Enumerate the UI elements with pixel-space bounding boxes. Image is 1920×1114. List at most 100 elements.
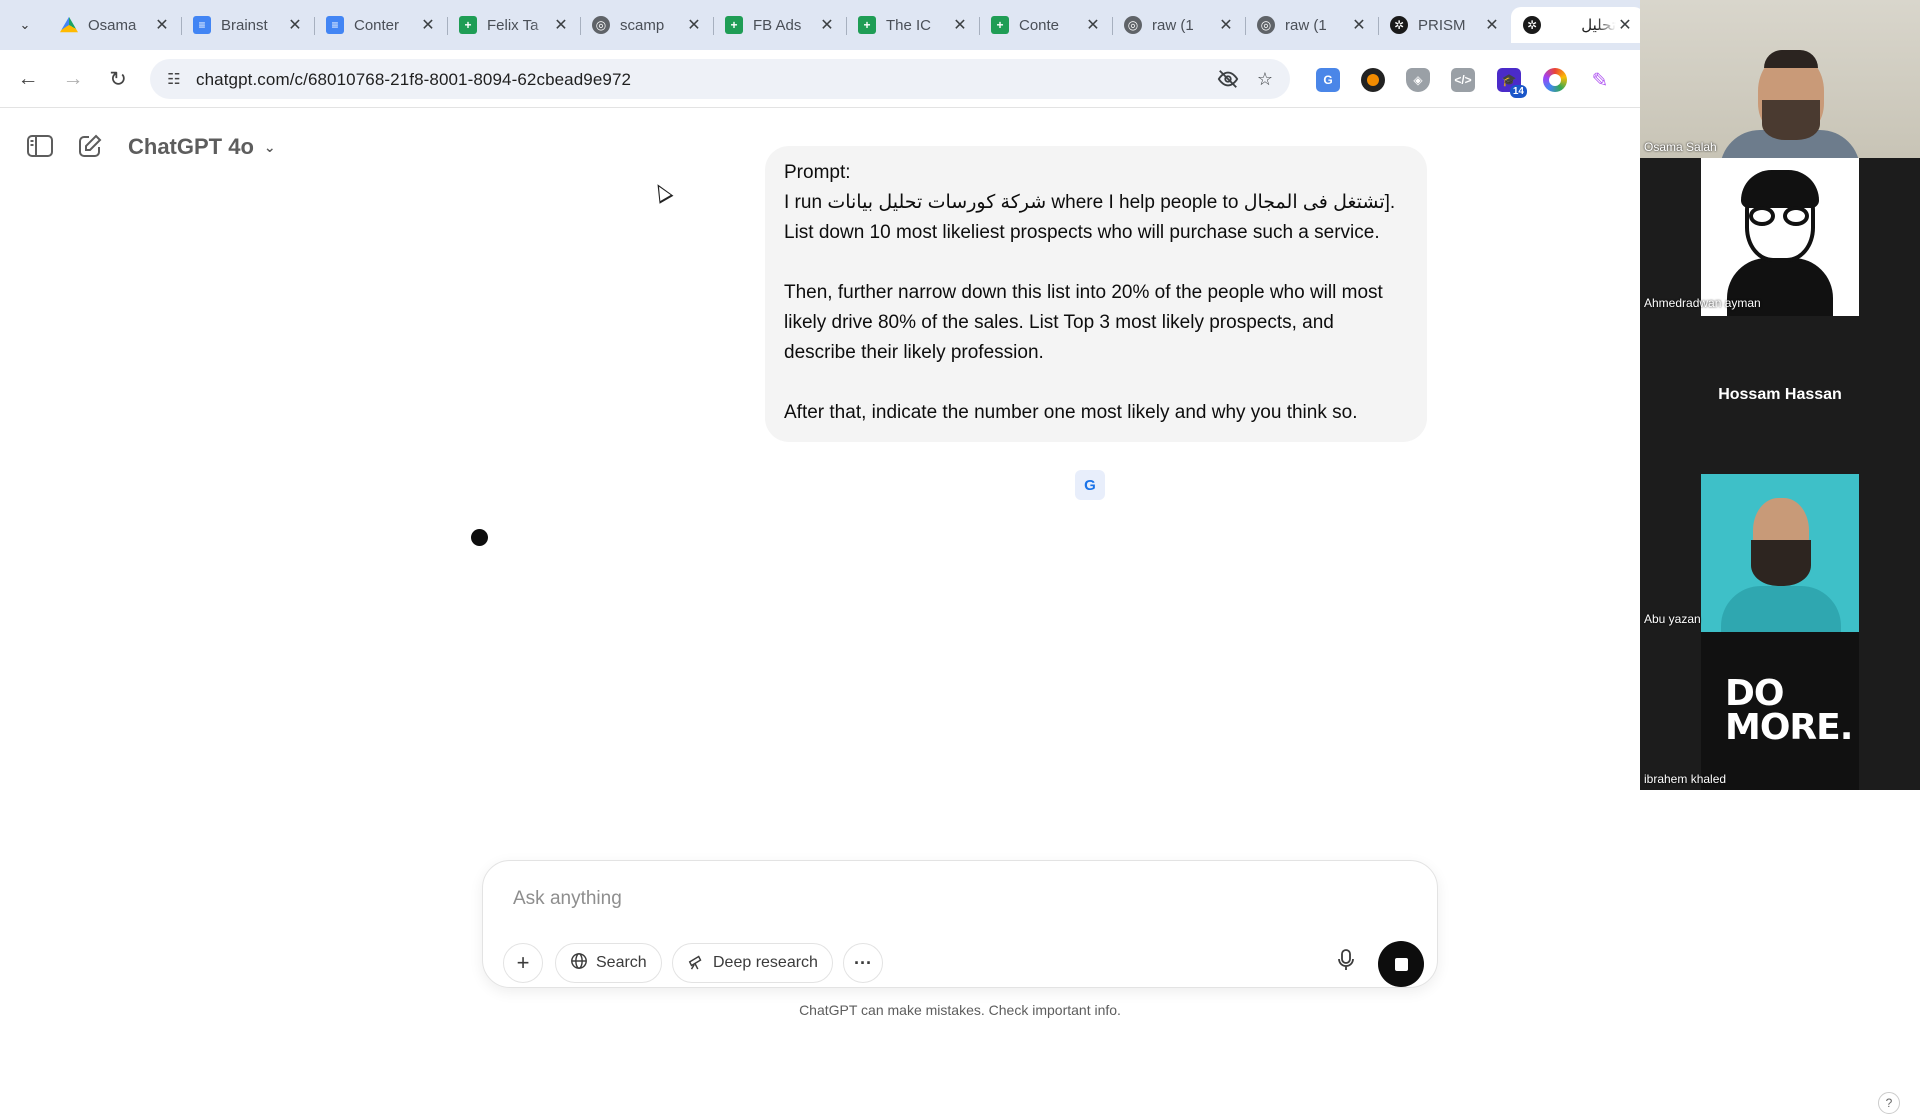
graduation-cap-extension-icon[interactable]: 🎓 14	[1497, 68, 1527, 98]
prompt-label: Prompt:	[784, 162, 851, 183]
avatar	[1701, 474, 1859, 632]
attach-button[interactable]: +	[503, 943, 543, 983]
arabic-text: شركة كورسات تحليل بيانات	[827, 192, 1047, 213]
extension-orange-icon[interactable]	[1361, 68, 1385, 92]
close-icon[interactable]: ✕	[1084, 15, 1102, 35]
drive-icon	[60, 16, 78, 33]
tab-title: Conte	[1019, 16, 1060, 34]
tab-title: scamp	[620, 16, 665, 34]
address-bar[interactable]: ☷ chatgpt.com/c/68010768-21f8-8001-8094-…	[150, 59, 1290, 99]
close-icon[interactable]: ✕	[1616, 15, 1634, 35]
user-message-paragraph-1: I run شركة كورسات تحليل بيانات where I h…	[784, 188, 1408, 248]
tab-title: PRISM	[1418, 16, 1466, 34]
browser-tab[interactable]: Osama ✕	[48, 7, 181, 43]
browser-tab[interactable]: + Felix Ta ✕	[447, 7, 580, 43]
prompt-input[interactable]	[513, 881, 1393, 917]
forward-button[interactable]: →	[57, 63, 89, 95]
participant-beard	[1762, 100, 1820, 140]
participant-video-tile[interactable]: DO MORE. ibrahem khaled	[1640, 632, 1920, 790]
participant-name: Abu yazan	[1644, 612, 1701, 626]
participant-video-tile[interactable]: Osama Salah	[1640, 0, 1920, 158]
sheets-icon: +	[725, 16, 743, 34]
model-switcher[interactable]: ChatGPT 4o ⌄	[128, 130, 276, 164]
browser-tab[interactable]: + Conte ✕	[979, 7, 1112, 43]
arrow-right-icon: →	[62, 67, 84, 90]
close-icon[interactable]: ✕	[1217, 15, 1235, 35]
close-icon[interactable]: ✕	[153, 15, 171, 35]
browser-tab[interactable]: ◎ raw (1 ✕	[1245, 7, 1378, 43]
url-text[interactable]: chatgpt.com/c/68010768-21f8-8001-8094-62…	[196, 70, 631, 90]
sidebar-toggle-icon[interactable]	[24, 130, 56, 162]
tab-list: Osama ✕ ≡ Brainst ✕ ≡ Conter ✕ + Felix Ta ✕ ◎ scamp ✕…	[48, 7, 1644, 43]
message-text: where I help people to	[1046, 192, 1244, 213]
browser-tab[interactable]: ✲ PRISM ✕	[1378, 7, 1511, 43]
tab-title: Brainst	[221, 16, 268, 34]
search-button[interactable]: Search	[555, 943, 662, 983]
composer: + Search Deep research ···	[482, 860, 1438, 988]
deep-research-button[interactable]: Deep research	[672, 943, 833, 983]
docs-icon: ≡	[193, 16, 211, 34]
close-icon[interactable]: ✕	[818, 15, 836, 35]
tab-search-button[interactable]: ⌄	[12, 12, 38, 38]
globe-icon: ◎	[1124, 16, 1142, 34]
mouse-cursor-icon	[650, 180, 674, 204]
chatgpt-page: ChatGPT 4o ⌄ Prompt: I run شركة كورسات ت…	[0, 108, 1900, 1114]
participant-name: Osama Salah	[1644, 140, 1717, 154]
participant-video-tile[interactable]: Hossam Hassan	[1640, 316, 1920, 474]
browser-tab[interactable]: ≡ Conter ✕	[314, 7, 447, 43]
browser-tab[interactable]: ✲ تحليل ✕	[1511, 7, 1644, 43]
pen-extension-icon[interactable]: ✎	[1588, 68, 1612, 92]
google-translate-extension-icon[interactable]: G	[1316, 68, 1340, 92]
tab-title: Felix Ta	[487, 16, 539, 34]
dictate-button[interactable]	[1326, 943, 1366, 983]
help-button[interactable]: ?	[1878, 1092, 1900, 1114]
tab-title: raw (1	[1152, 16, 1194, 34]
participant-name: Hossam Hassan	[1718, 386, 1842, 403]
tab-title: Osama	[88, 16, 137, 34]
new-chat-icon[interactable]	[74, 130, 106, 162]
deep-research-label: Deep research	[713, 954, 818, 971]
reload-button[interactable]: ↻	[102, 63, 134, 95]
telescope-icon	[687, 952, 705, 975]
sheets-icon: +	[459, 16, 477, 34]
tab-title: The IC	[886, 16, 932, 34]
close-icon[interactable]: ✕	[286, 15, 304, 35]
close-icon[interactable]: ✕	[685, 15, 703, 35]
search-label: Search	[596, 954, 647, 971]
browser-tab[interactable]: ≡ Brainst ✕	[181, 7, 314, 43]
browser-window: ⌄ Osama ✕ ≡ Brainst ✕ ≡ Conter ✕ + Felix Ta ✕ ◎ scam…	[0, 0, 1900, 1114]
avatar	[1701, 158, 1859, 316]
browser-tab[interactable]: ◎ raw (1 ✕	[1112, 7, 1245, 43]
meeting-video-panel: Osama Salah Ahmedradwan ayman Hossam Has…	[1640, 0, 1920, 790]
stop-generating-button[interactable]	[1378, 941, 1424, 987]
browser-tab[interactable]: ◎ scamp ✕	[580, 7, 713, 43]
code-extension-icon[interactable]: </>	[1451, 68, 1475, 92]
tab-strip: ⌄ Osama ✕ ≡ Brainst ✕ ≡ Conter ✕ + Felix Ta ✕ ◎ scam…	[0, 0, 1644, 50]
shield-extension-icon[interactable]: ◈	[1406, 68, 1430, 92]
close-icon[interactable]: ✕	[552, 15, 570, 35]
close-icon[interactable]: ✕	[951, 15, 969, 35]
user-message-paragraph-2: Then, further narrow down this list into…	[784, 282, 1389, 363]
translate-icon[interactable]: G	[1075, 470, 1105, 500]
tab-title: Conter	[354, 16, 400, 34]
browser-tab[interactable]: + FB Ads ✕	[713, 7, 846, 43]
globe-icon	[570, 952, 588, 975]
avatar-beard	[1751, 540, 1811, 586]
close-icon[interactable]: ✕	[1483, 15, 1501, 35]
participant-hair	[1764, 50, 1818, 68]
close-icon[interactable]: ✕	[419, 15, 437, 35]
site-settings-icon[interactable]: ☷	[164, 69, 184, 89]
participant-video-tile[interactable]: Abu yazan	[1640, 474, 1920, 632]
bookmark-star-icon[interactable]: ☆	[1254, 68, 1276, 90]
participant-video-tile[interactable]: Ahmedradwan ayman	[1640, 158, 1920, 316]
more-tools-button[interactable]: ···	[843, 943, 883, 983]
arabic-text: تشتغل فى المجال	[1243, 192, 1385, 213]
browser-toolbar: ← → ↻ ☷ chatgpt.com/c/68010768-21f8-8001…	[0, 50, 1640, 108]
color-ring-extension-icon[interactable]	[1543, 68, 1567, 92]
back-button[interactable]: ←	[12, 63, 44, 95]
avatar-hair	[1741, 170, 1819, 208]
eye-off-icon[interactable]	[1217, 68, 1239, 90]
close-icon[interactable]: ✕	[1350, 15, 1368, 35]
do-more-logo: DO MORE.	[1725, 673, 1853, 748]
browser-tab[interactable]: + The IC ✕	[846, 7, 979, 43]
